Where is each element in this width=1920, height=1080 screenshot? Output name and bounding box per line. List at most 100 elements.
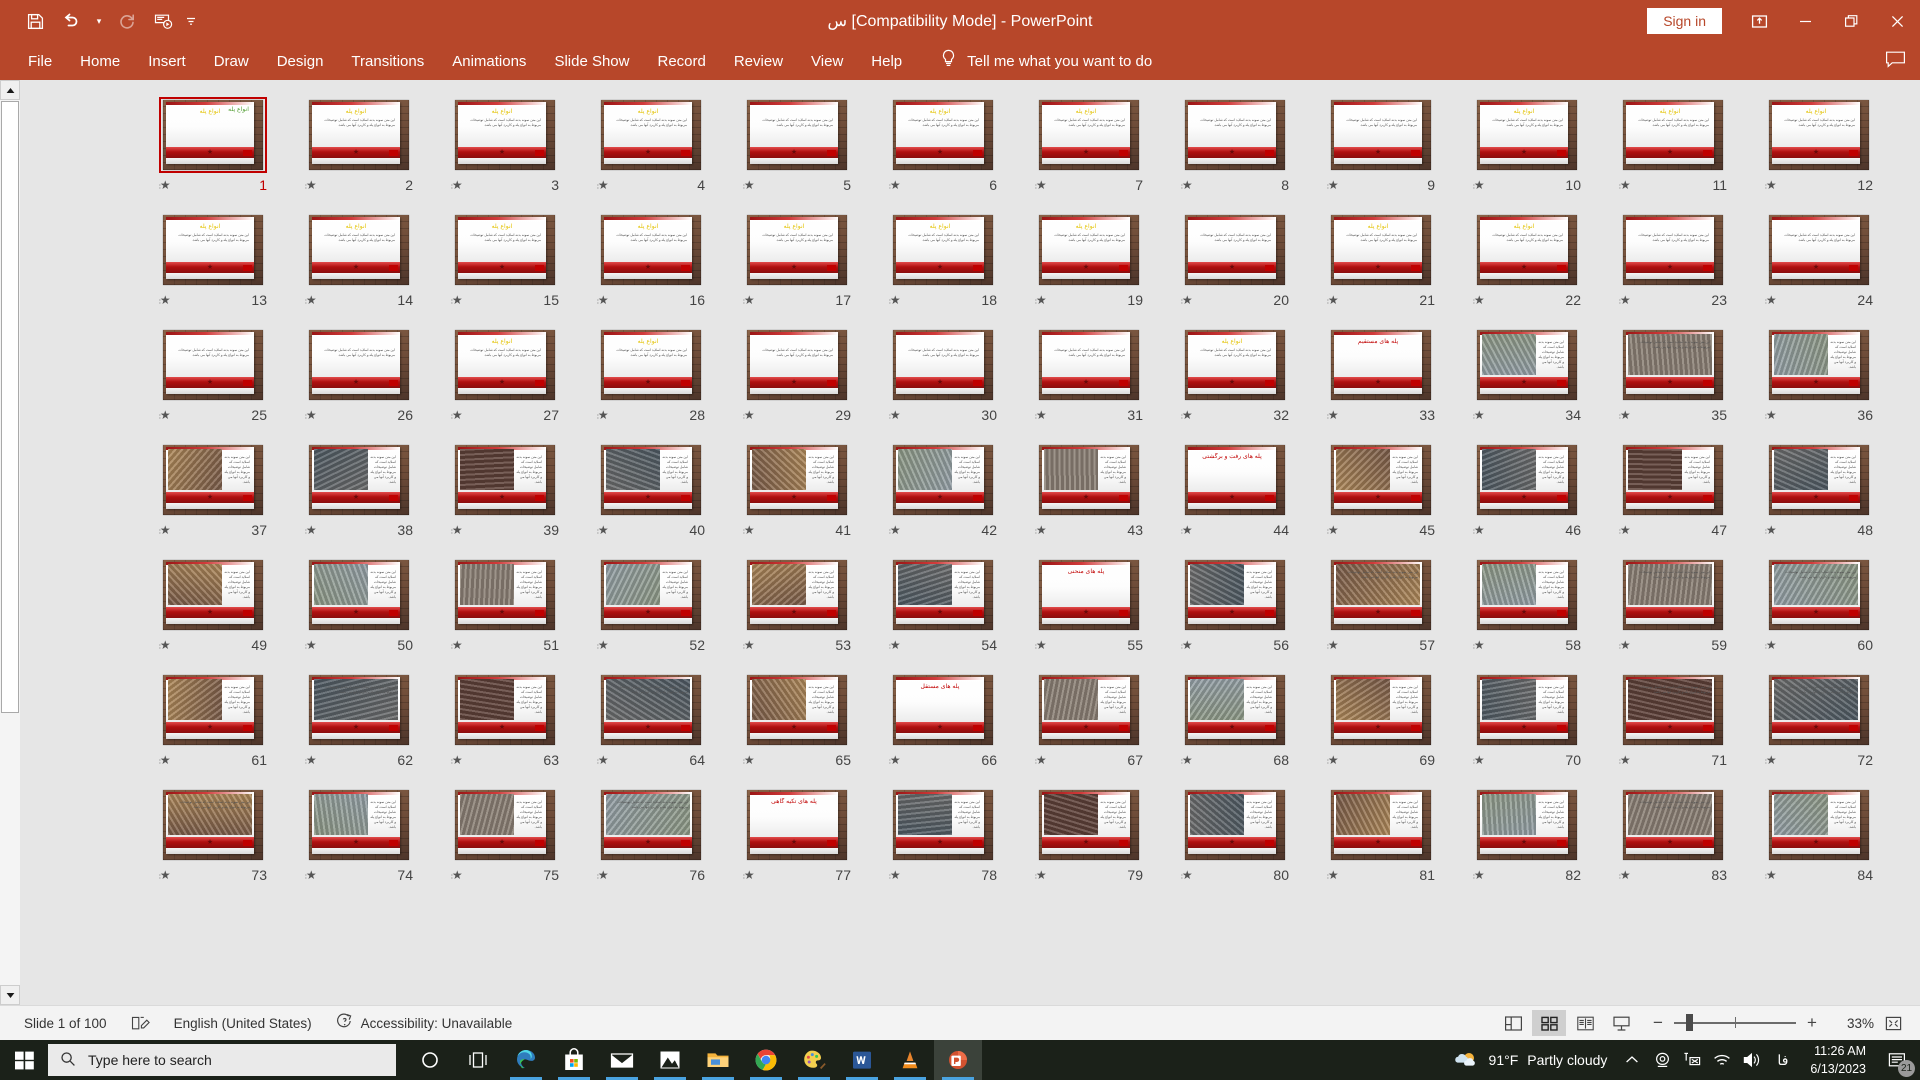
transition-star-icon[interactable]: ∶★ [1765,294,1777,306]
slide-thumbnail-67[interactable]: این متن نمونه بدنه اسلاید است که شامل تو… [1016,667,1162,782]
transition-star-icon[interactable]: ∶★ [1035,179,1047,191]
slide-thumbnail-32[interactable]: انواع پله این متن نمونه بدنه اسلاید است ک… [1162,322,1308,437]
transition-star-icon[interactable]: ∶★ [743,869,755,881]
slide-thumb-frame[interactable]: انواع پله این متن نمونه بدنه اسلاید است ک… [451,327,559,403]
slide-thumbnail-22[interactable]: انواع پله این متن نمونه بدنه اسلاید است ک… [1454,207,1600,322]
transition-star-icon[interactable]: ∶★ [743,409,755,421]
transition-star-icon[interactable]: ∶★ [159,754,171,766]
taskbar-word-icon[interactable] [838,1040,886,1080]
slide-thumb-frame[interactable]: انواع پله این متن نمونه بدنه اسلاید است ک… [597,212,705,288]
slide-thumbnail-18[interactable]: انواع پله این متن نمونه بدنه اسلاید است ک… [870,207,1016,322]
slide-show-button[interactable] [1604,1010,1638,1036]
slide-thumbnail-29[interactable]: این متن نمونه بدنه اسلاید است که شامل تو… [724,322,870,437]
undo-dropdown-icon[interactable]: ▾ [90,6,108,36]
slide-thumbnail-81[interactable]: این متن نمونه بدنه اسلاید است که شامل تو… [1308,782,1454,897]
transition-star-icon[interactable]: ∶★ [1473,754,1485,766]
slide-thumbnail-65[interactable]: این متن نمونه بدنه اسلاید است که شامل تو… [724,667,870,782]
slide-thumbnail-53[interactable]: این متن نمونه بدنه اسلاید است که شامل تو… [724,552,870,667]
slide-thumb-frame[interactable]: انواع پله این متن نمونه بدنه اسلاید است ک… [1181,327,1289,403]
scroll-down-icon[interactable] [0,985,20,1005]
slide-thumbnail-78[interactable]: این متن نمونه بدنه اسلاید است که شامل تو… [870,782,1016,897]
slide-thumb-frame[interactable]: این متن نمونه بدنه اسلاید است که شامل تو… [597,557,705,633]
transition-star-icon[interactable]: ∶★ [159,639,171,651]
slide-thumb-frame[interactable]: این متن نمونه بدنه اسلاید است که شامل تو… [1181,787,1289,863]
taskbar-vlc-icon[interactable] [886,1040,934,1080]
tab-slide-show[interactable]: Slide Show [540,47,643,76]
slide-thumb-frame[interactable]: انواع پله این متن نمونه بدنه اسلاید است ک… [451,97,559,173]
transition-star-icon[interactable]: ∶★ [1619,869,1631,881]
transition-star-icon[interactable]: ∶★ [889,639,901,651]
slide-thumb-frame[interactable]: این متن نمونه بدنه اسلاید است که شامل تو… [889,557,997,633]
slide-thumb-frame[interactable]: انواع پله این متن نمونه بدنه اسلاید است ک… [1765,97,1873,173]
transition-star-icon[interactable]: ∶★ [159,869,171,881]
slide-thumb-frame[interactable]: انواع پله این متن نمونه بدنه اسلاید است ک… [1619,97,1727,173]
notification-center-icon[interactable]: 21 [1878,1040,1916,1080]
slide-thumb-frame[interactable]: این متن نمونه بدنه اسلاید است که شامل تو… [159,557,267,633]
zoom-out-button[interactable]: − [1650,1013,1666,1033]
transition-star-icon[interactable]: ∶★ [305,754,317,766]
slide-thumb-frame[interactable]: انواع پله این متن نمونه بدنه اسلاید است ک… [159,212,267,288]
slide-thumbnail-15[interactable]: انواع پله این متن نمونه بدنه اسلاید است ک… [432,207,578,322]
slide-thumb-frame[interactable]: این متن نمونه بدنه اسلاید است که شامل تو… [1765,672,1873,748]
fit-to-window-icon[interactable] [1876,1010,1910,1036]
wifi-icon[interactable] [1707,1040,1737,1080]
slide-thumb-frame[interactable]: انواع پله این متن نمونه بدنه اسلاید است ک… [597,327,705,403]
slide-thumbnail-grid[interactable]: انواع پله این متن نمونه بدنه اسلاید است ک… [22,80,1920,1005]
transition-star-icon[interactable]: ∶★ [451,179,463,191]
close-icon[interactable] [1874,0,1920,42]
transition-star-icon[interactable]: ∶★ [305,179,317,191]
slide-thumbnail-30[interactable]: این متن نمونه بدنه اسلاید است که شامل تو… [870,322,1016,437]
slide-thumb-frame[interactable]: این متن نمونه بدنه اسلاید است که شامل تو… [1473,672,1581,748]
slide-thumbnail-39[interactable]: این متن نمونه بدنه اسلاید است که شامل تو… [432,437,578,552]
transition-star-icon[interactable]: ∶★ [597,869,609,881]
slide-thumbnail-74[interactable]: این متن نمونه بدنه اسلاید است که شامل تو… [286,782,432,897]
transition-star-icon[interactable]: ∶★ [1035,754,1047,766]
tab-transitions[interactable]: Transitions [337,47,438,76]
transition-star-icon[interactable]: ∶★ [159,409,171,421]
tab-review[interactable]: Review [720,47,797,76]
slide-thumb-frame[interactable]: این متن نمونه بدنه اسلاید است که شامل تو… [159,327,267,403]
slide-thumbnail-12[interactable]: انواع پله این متن نمونه بدنه اسلاید است ک… [1746,92,1892,207]
transition-star-icon[interactable]: ∶★ [597,179,609,191]
start-button-icon[interactable] [0,1040,48,1080]
slide-thumb-frame[interactable]: پله های منحنی [1035,557,1143,633]
tab-record[interactable]: Record [643,47,719,76]
slide-thumb-frame[interactable]: انواع پله این متن نمونه بدنه اسلاید است ک… [1473,97,1581,173]
slide-thumb-frame[interactable]: این متن نمونه بدنه اسلاید است که شامل تو… [1473,787,1581,863]
slide-thumb-frame[interactable]: این متن نمونه بدنه اسلاید است که شامل تو… [1765,442,1873,518]
slide-thumbnail-46[interactable]: این متن نمونه بدنه اسلاید است که شامل تو… [1454,437,1600,552]
transition-star-icon[interactable]: ∶★ [889,869,901,881]
slide-thumb-frame[interactable]: این متن نمونه بدنه اسلاید است که شامل تو… [159,672,267,748]
slide-thumbnail-37[interactable]: این متن نمونه بدنه اسلاید است که شامل تو… [140,437,286,552]
taskbar-edge-icon[interactable] [502,1040,550,1080]
slide-thumbnail-82[interactable]: این متن نمونه بدنه اسلاید است که شامل تو… [1454,782,1600,897]
restore-icon[interactable] [1828,0,1874,42]
slide-thumbnail-63[interactable]: این متن نمونه بدنه اسلاید است که شامل تو… [432,667,578,782]
taskbar-task-view-icon[interactable] [454,1040,502,1080]
transition-star-icon[interactable]: ∶★ [159,179,171,191]
slide-sorter-view-button[interactable] [1532,1010,1566,1036]
minimize-icon[interactable] [1782,0,1828,42]
transition-star-icon[interactable]: ∶★ [597,754,609,766]
slide-thumb-frame[interactable]: این متن نمونه بدنه اسلاید است که شامل تو… [889,442,997,518]
accessibility-status[interactable]: Accessibility: Unavailable [324,1013,525,1033]
slide-thumbnail-35[interactable]: این متن نمونه بدنه اسلاید است که شامل تو… [1600,322,1746,437]
slide-thumbnail-41[interactable]: این متن نمونه بدنه اسلاید است که شامل تو… [724,437,870,552]
transition-star-icon[interactable]: ∶★ [1765,754,1777,766]
transition-star-icon[interactable]: ∶★ [159,294,171,306]
slide-thumb-frame[interactable]: انواع پله این متن نمونه بدنه اسلاید است ک… [1035,212,1143,288]
transition-star-icon[interactable]: ∶★ [743,639,755,651]
transition-star-icon[interactable]: ∶★ [1327,179,1339,191]
transition-star-icon[interactable]: ∶★ [305,869,317,881]
slide-thumbnail-56[interactable]: این متن نمونه بدنه اسلاید است که شامل تو… [1162,552,1308,667]
transition-star-icon[interactable]: ∶★ [1619,524,1631,536]
transition-star-icon[interactable]: ∶★ [1765,639,1777,651]
slide-thumbnail-55[interactable]: پله های منحنی 55 ∶★ [1016,552,1162,667]
slide-thumb-frame[interactable]: این متن نمونه بدنه اسلاید است که شامل تو… [451,557,559,633]
slide-thumb-frame[interactable]: این متن نمونه بدنه اسلاید است که شامل تو… [1327,557,1435,633]
taskbar-file-explorer-icon[interactable] [694,1040,742,1080]
tell-me-box[interactable]: Tell me what you want to do [940,49,1152,73]
transition-star-icon[interactable]: ∶★ [1765,179,1777,191]
tab-insert[interactable]: Insert [134,47,200,76]
slide-thumb-frame[interactable]: این متن نمونه بدنه اسلاید است که شامل تو… [1473,327,1581,403]
